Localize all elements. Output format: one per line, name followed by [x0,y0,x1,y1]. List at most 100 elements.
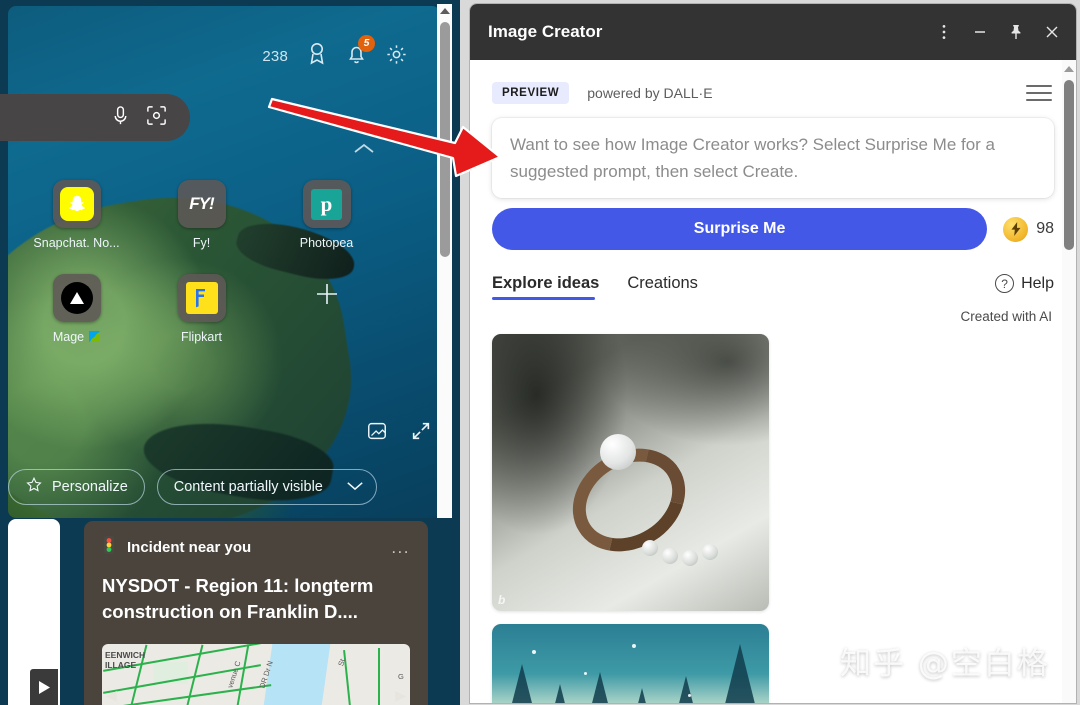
app-label: Snapchat. No... [33,236,120,250]
pin-icon[interactable] [998,14,1034,50]
map-road [343,650,351,705]
widgets-bottom-controls: Personalize Content partially visible [8,469,377,505]
play-button[interactable] [30,669,58,705]
pearl-bead [662,548,678,564]
creator-scrollbar[interactable] [1062,60,1076,703]
personalize-button[interactable]: Personalize [8,469,145,505]
widgets-wallpaper-tools [366,420,432,447]
map-road [378,648,380,705]
window-titlebar: Image Creator [470,4,1076,60]
widgets-search-pill[interactable] [0,94,190,141]
creator-page: PREVIEW powered by DALL·E Want to see ho… [470,60,1076,703]
content-visibility-dropdown[interactable]: Content partially visible [156,469,377,505]
scrollbar-thumb[interactable] [440,22,450,257]
incident-source-group: Incident near you [102,535,251,560]
surprise-me-button[interactable]: Surprise Me [492,208,988,250]
app-label: Fy! [192,236,211,250]
pine-tree [538,684,582,703]
app-tile-flipkart[interactable]: Flipkart [139,274,264,344]
screenshot-root: 238 5 Snapchat. No... FY! Fy! p Photopea… [0,0,1080,705]
tab-explore-ideas[interactable]: Explore ideas [492,274,599,300]
idea-gallery: b [470,324,1076,703]
app-tile-photopea[interactable]: p Photopea [264,180,389,250]
pine-tree [620,688,664,703]
widgets-scrollbar[interactable] [437,4,452,518]
created-with-ai-label: Created with AI [960,309,1052,324]
pine-tree [664,676,708,703]
windows-widgets-panel: 238 5 Snapchat. No... FY! Fy! p Photopea… [0,0,460,705]
powered-by-label: powered by DALL·E [587,85,713,101]
map-street-label: G [398,672,404,681]
bell-icon[interactable]: 5 [346,34,375,71]
help-label: Help [1021,274,1054,292]
personalize-label: Personalize [52,479,128,495]
boost-counter[interactable]: 98 [1003,216,1054,242]
pearl-shape [600,434,636,470]
star-pen-icon [25,476,43,498]
content-visibility-label: Content partially visible [173,479,323,495]
incident-widget[interactable]: Incident near you ... NYSDOT - Region 11… [84,521,428,705]
minimize-icon[interactable] [962,14,998,50]
prompt-placeholder: Want to see how Image Creator works? Sel… [510,135,996,181]
incident-source: Incident near you [127,539,252,556]
pine-tree [710,644,769,703]
medal-icon[interactable] [306,42,328,71]
chevron-up-icon[interactable] [352,142,376,161]
chevron-down-icon [346,479,364,495]
map-next-arrow[interactable]: ▶ [395,687,406,704]
mage-icon [52,274,101,322]
scroll-up-arrow[interactable] [1064,66,1074,72]
map-prev-arrow[interactable]: ◀ [106,687,117,704]
bing-watermark: b [498,593,506,607]
app-tile-snapchat[interactable]: Snapchat. No... [14,180,139,250]
scroll-up-arrow[interactable] [440,8,450,14]
pearl-bead [682,550,698,566]
widgets-app-grid: Snapchat. No... FY! Fy! p Photopea Mage … [14,180,434,344]
windows-badge-icon [89,331,101,342]
preview-badge: PREVIEW [492,82,570,104]
app-tile-mage[interactable]: Mage [14,274,139,344]
incident-more-button[interactable]: ... [391,539,410,556]
fy-icon: FY! [177,180,226,228]
snowflake [532,650,536,654]
app-label: Flipkart [181,330,222,344]
incident-map[interactable]: EENWICH ILLAGE venue C DR Dr N St G ◀ ▶ [102,644,410,705]
image-creator-window: Image Creator PREVIEW powered by DALL·E … [470,4,1076,703]
more-options-icon[interactable] [926,14,962,50]
notification-badge: 5 [358,34,375,52]
expand-icon[interactable] [410,420,432,447]
flipkart-icon [177,274,226,322]
incident-headline: NYSDOT - Region 11: longterm constructio… [102,575,374,622]
gallery-item-pearl-ring[interactable]: b [492,334,769,611]
gear-icon[interactable] [385,43,408,71]
prompt-input[interactable]: Want to see how Image Creator works? Sel… [492,118,1054,198]
incident-header: Incident near you ... [102,535,410,560]
photopea-icon: p [302,180,351,228]
map-water [263,644,331,705]
edit-image-icon[interactable] [366,420,388,447]
add-app-button[interactable] [264,274,389,344]
snowflake [688,694,691,697]
widgets-status-row: 238 5 [262,34,408,71]
app-tile-fy[interactable]: FY! Fy! [139,180,264,250]
snowflake [632,644,636,648]
pine-tree [578,672,622,703]
app-row-2: Mage Flipkart [14,274,434,344]
scrollbar-thumb[interactable] [1064,80,1074,250]
gallery-item-snowy-cabin[interactable]: b [492,624,769,703]
close-icon[interactable] [1034,14,1070,50]
question-circle-icon: ? [995,274,1015,293]
help-button[interactable]: ? Help [995,274,1054,300]
window-title: Image Creator [488,22,603,41]
visual-search-icon[interactable] [145,104,168,132]
app-label: Mage [14,330,139,344]
tab-creations[interactable]: Creations [627,274,698,300]
surprise-row: Surprise Me 98 [470,198,1076,250]
snowflake [584,672,587,675]
map-neighborhood-label: EENWICH ILLAGE [105,650,146,670]
microphone-icon[interactable] [110,104,131,132]
app-row-1: Snapchat. No... FY! Fy! p Photopea [14,180,434,250]
creator-header-row: PREVIEW powered by DALL·E [470,60,1076,104]
creator-tabs: Explore ideas Creations ? Help [470,250,1076,300]
hamburger-menu-icon[interactable] [1026,85,1052,101]
